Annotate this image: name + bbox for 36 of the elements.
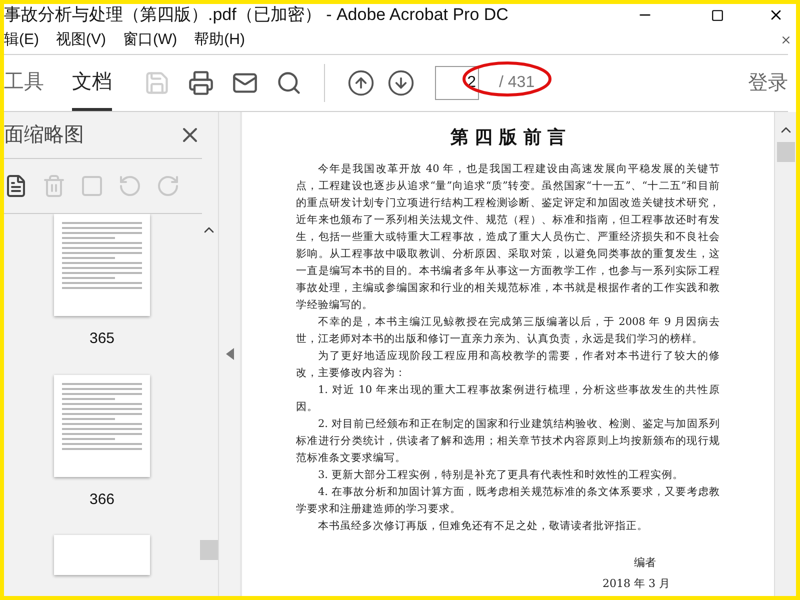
document-paragraph: 为了更好地适应现阶段工程应用和高校教学的需要，作者对本书进行了较大的修改，主要修改内容为： xyxy=(296,349,720,381)
sign-in-link[interactable]: 登录 xyxy=(748,68,788,98)
page-number: 366 xyxy=(89,490,115,510)
panel-title: 面缩略图 xyxy=(4,123,84,148)
page-thumbnail[interactable] xyxy=(54,535,150,575)
scroll-thumb[interactable] xyxy=(776,142,794,162)
document-heading: 第 四 版 前 言 xyxy=(449,126,567,150)
document-paragraph: 2. 对目前已经颁布和正在制定的国家和行业建筑结构验收、检测、鉴定与加固系列标准进行分类统计，供读者了解和选用；相关章节技术内容原则上均按新颁布的现行规范标准条文要求编写。 xyxy=(296,417,720,466)
menu-item[interactable]: 帮助(H) xyxy=(194,28,245,52)
document-paragraph: 1. 对近 10 年来出现的重大工程事故案例进行梳理，分析这些事故发生的共性原因。 xyxy=(296,383,720,415)
document-paragraph: 3. 更新大部分工程实例，特别是补充了更具有代表性和时效性的工程实例。 xyxy=(317,468,684,483)
document-date: 2018 年 3 月 xyxy=(602,576,670,592)
window-title: 事故分析与处理（第四版）.pdf（已加密） - Adobe Acrobat Pro DC xyxy=(4,4,510,26)
document-paragraph: 今年是我国改革开放 40 年，也是我国工程建设由高速发展向平稳发展的关键节点，工程建设也逐步从追求“量”向追求“质”转变。虽然国家“十一五”、“十二五”和目前的重点研发计划专门立项进行结构工程检测诊断、鉴定评定和加固改造关键技术研究，近年来也颁布了一系列相关法规文件、规范（程）、标准和指南，但工程事故还时有发生，包括一些重大或特重大工程事故，造成了重大人员伤亡、严重经济损失和不良社会影响。从工程事故中吸取教训、分析原因、采取对策，以避免同类事故的重复发生，这一直是编写本书的目的。本书编者多年从事这一方面教学工作，也参与一系列实际工程事故处理，主编或参编国家和行业的相关规范标准，本书就是根据作者的工作实践和教学经验编写的。 xyxy=(296,162,720,313)
scrollbar[interactable] xyxy=(774,112,796,596)
menu-item[interactable]: 辑(E) xyxy=(4,28,39,52)
maximize-icon[interactable] xyxy=(711,8,724,22)
page-thumbnail[interactable] xyxy=(54,214,150,316)
search-icon[interactable] xyxy=(276,70,302,96)
menu-item[interactable]: 视图(V) xyxy=(56,28,106,52)
collapse-arrow-icon[interactable] xyxy=(226,348,234,360)
scroll-thumb[interactable] xyxy=(200,540,218,560)
tab[interactable]: 工具 xyxy=(4,55,44,111)
menu-item[interactable]: 窗口(W) xyxy=(123,28,178,52)
close-icon[interactable] xyxy=(780,34,792,46)
arrow-down-circle-icon[interactable] xyxy=(387,69,415,97)
document-paragraph: 4. 在事故分析和加固计算方面，既考虑相关规范标准的条文体系要求，又要考虑教学要求和注册建造师的学习要求。 xyxy=(296,485,720,517)
document-signature: 编者 xyxy=(634,555,656,571)
page-thumbnail[interactable] xyxy=(54,374,150,476)
page-count: / 431 xyxy=(498,73,536,93)
document-paragraph: 本书虽经多次修订再版，但难免还有不足之处，敬请读者批评指正。 xyxy=(317,519,649,534)
page-options-icon[interactable] xyxy=(4,174,28,198)
document-paragraph: 不幸的是，本书主编江见鲸教授在完成第三版编著以后，于 2008 年 9 月因病去世，江老师对本书的出版和修订一直亲力亲为、认真负责，永远是我们学习的榜样。 xyxy=(296,315,720,347)
arrow-up-circle-icon[interactable] xyxy=(347,69,375,97)
page-number: 365 xyxy=(89,329,115,349)
printer-icon[interactable] xyxy=(188,70,214,96)
